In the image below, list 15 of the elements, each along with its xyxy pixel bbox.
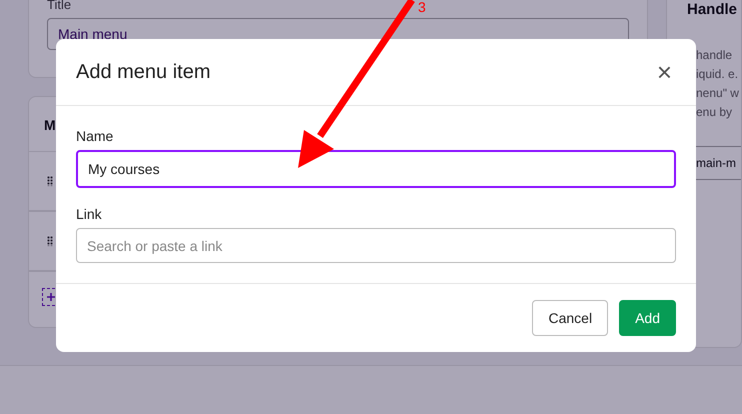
card-heading: Handle [687, 1, 738, 18]
help-text: nenu" w [696, 85, 739, 102]
annotation-number: 3 [418, 0, 426, 14]
link-field[interactable]: Search or paste a link [76, 228, 676, 263]
card-heading: M [43, 116, 56, 135]
help-text: enu by [696, 104, 732, 121]
dialog-title: Add menu item [76, 60, 211, 84]
field-label: Name [76, 128, 114, 144]
name-field[interactable]: My courses [76, 150, 676, 188]
cancel-button[interactable]: Cancel [532, 300, 608, 336]
help-text: iquid. e. [696, 66, 738, 83]
field-label: Link [76, 206, 103, 222]
help-text: handle [696, 47, 732, 64]
close-button[interactable]: × [652, 59, 676, 85]
add-button[interactable]: Add [619, 300, 676, 336]
